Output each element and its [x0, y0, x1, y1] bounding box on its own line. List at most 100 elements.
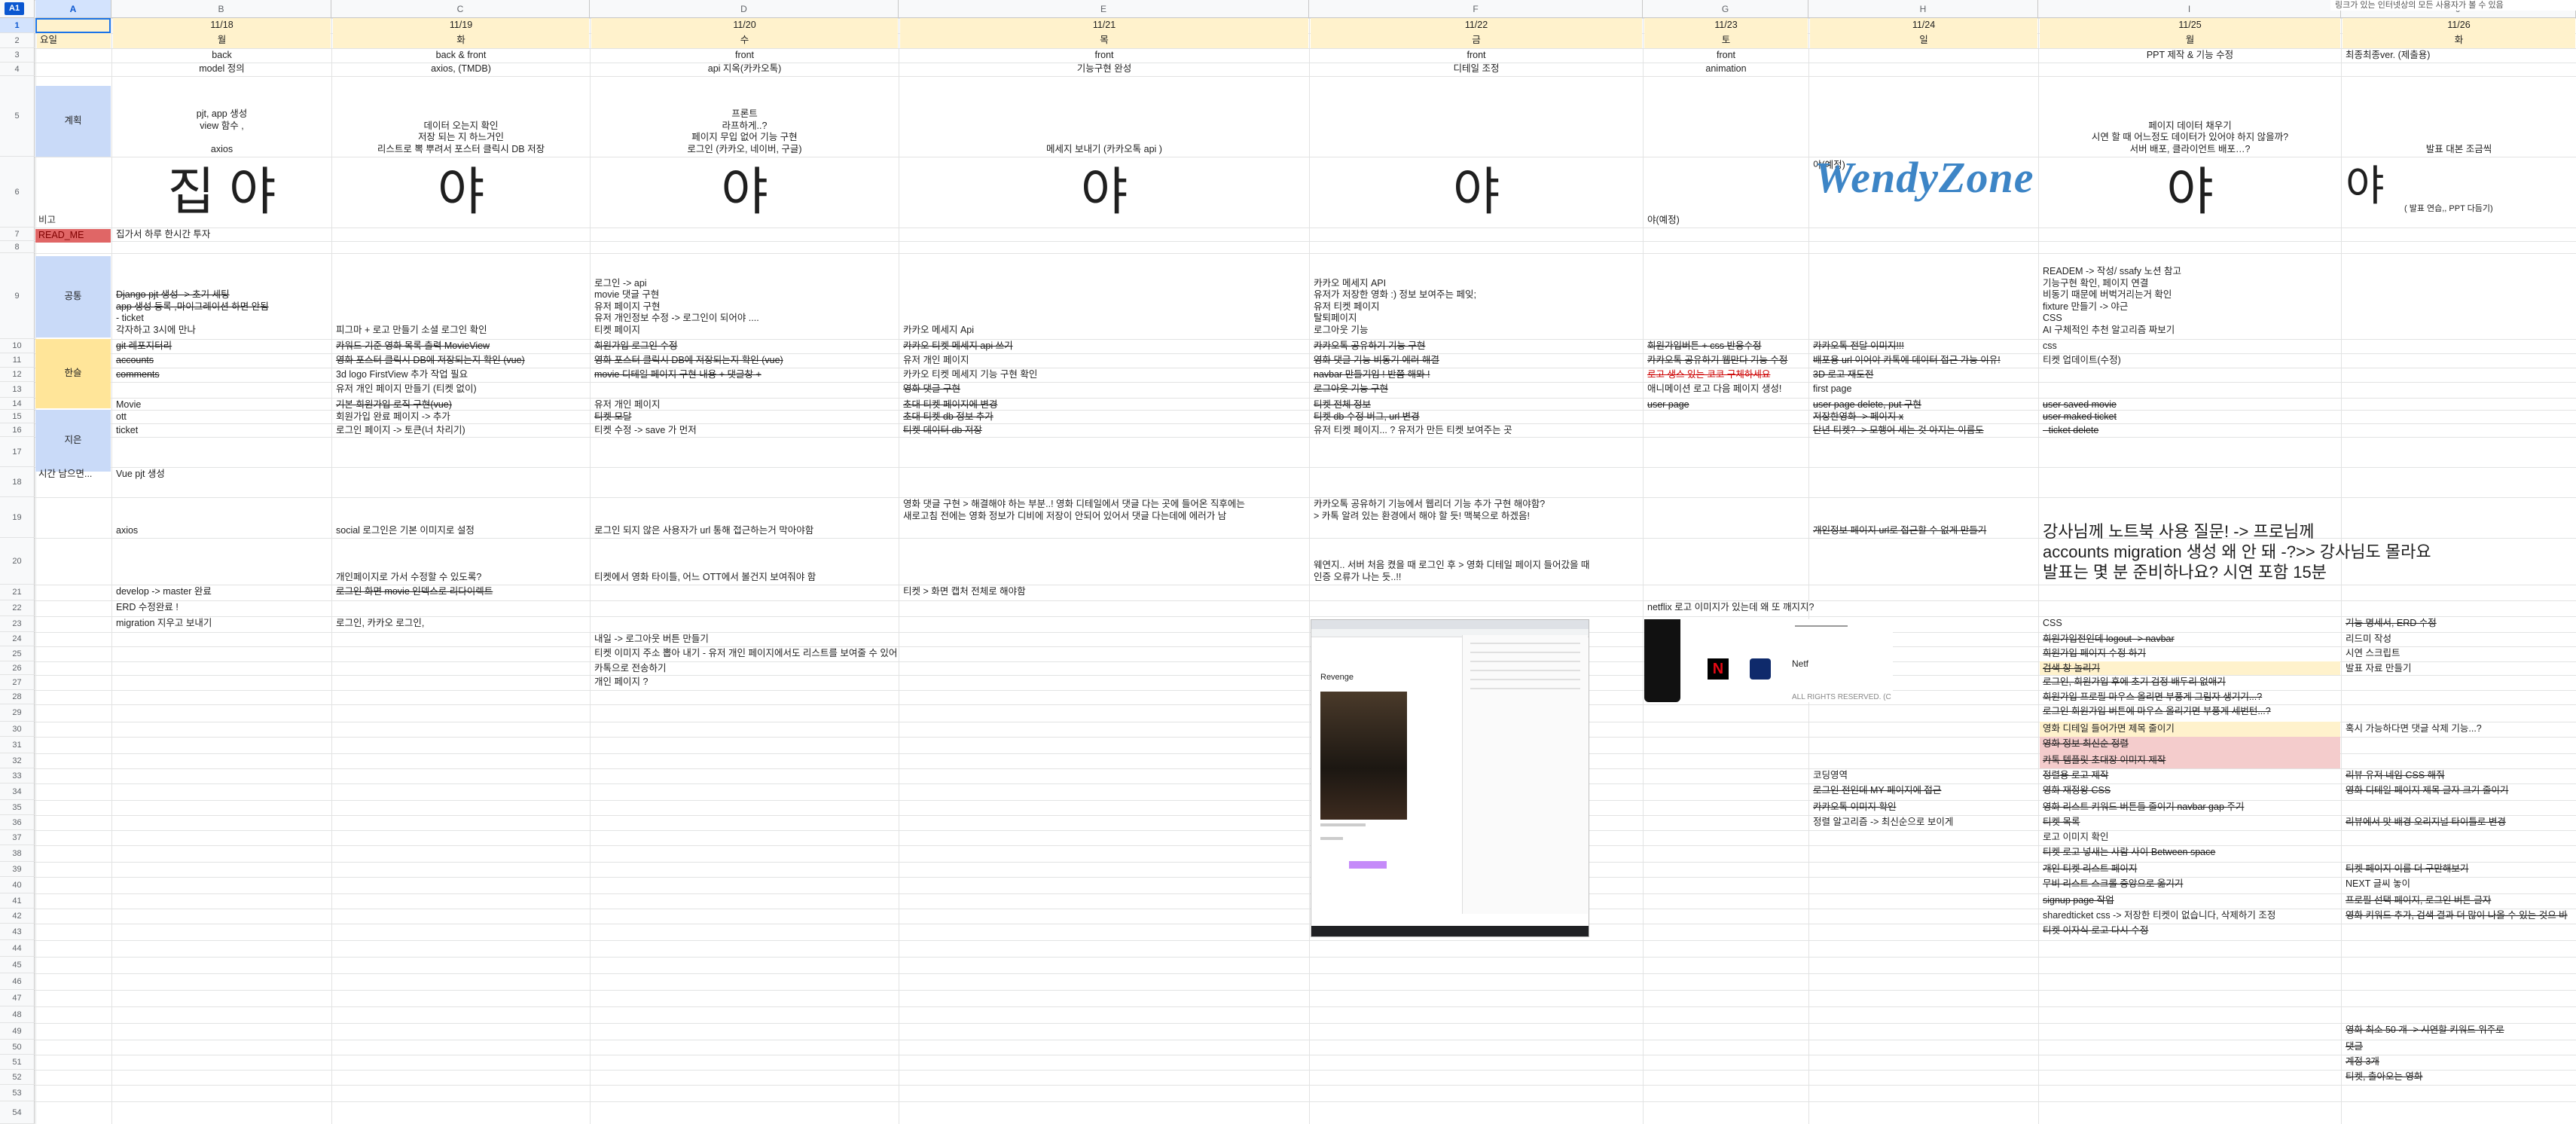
row-header-34[interactable]: 34 [0, 783, 35, 800]
row-header-9[interactable]: 9 [0, 253, 35, 339]
task-list-item: 티켓 로고 넣새는 사람 사이 Between space [2043, 847, 2216, 857]
row-header-25[interactable]: 25 [0, 646, 35, 661]
row-header-8[interactable]: 8 [0, 241, 35, 253]
task-list-item: CSS [2043, 618, 2062, 628]
row-header-1[interactable]: 1 [0, 18, 35, 33]
column-header-e[interactable]: E [899, 0, 1309, 18]
row-header-53[interactable]: 53 [0, 1085, 35, 1101]
row-header-26[interactable]: 26 [0, 661, 35, 675]
date-cell: 11/23 [1644, 18, 1808, 33]
row-header-18[interactable]: 18 [0, 467, 35, 497]
row-header-36[interactable]: 36 [0, 815, 35, 830]
row-header-2[interactable]: 2 [0, 33, 35, 48]
row-header-13[interactable]: 13 [0, 382, 35, 398]
row-header-41[interactable]: 41 [0, 893, 35, 909]
row-header-38[interactable]: 38 [0, 845, 35, 862]
name-box[interactable]: A1 [5, 2, 25, 15]
row-header-51[interactable]: 51 [0, 1055, 35, 1070]
remark-cell: 야(예정) [1647, 214, 1680, 225]
row-gridline [0, 1006, 2576, 1007]
date-cell: 11/24 [1810, 18, 2037, 33]
row-header-28[interactable]: 28 [0, 690, 35, 704]
date-cell: 11/25 [2040, 18, 2340, 33]
task-list-item: 카톡 템플릿 초대장 이미지 제작 [2040, 753, 2340, 768]
jieun-cell: 티켓 전체 정보 [1314, 399, 1371, 410]
row-header-5[interactable]: 5 [0, 76, 35, 157]
row-header-49[interactable]: 49 [0, 1023, 35, 1040]
column-header-h[interactable]: H [1808, 0, 2038, 18]
focus-cell: PPT 제작 & 기능 수정 [2146, 49, 2234, 60]
row-header-31[interactable]: 31 [0, 737, 35, 753]
row-header-23[interactable]: 23 [0, 616, 35, 632]
hanseul-cell: 티켓 업데이트(수정) [2043, 355, 2121, 365]
task-list-item: sharedticket css -> 저장한 티켓이 없습니다, 삭제하기 조… [2043, 910, 2276, 921]
focus-cell: front [734, 49, 754, 60]
row-header-45[interactable]: 45 [0, 957, 35, 973]
row-header-33[interactable]: 33 [0, 768, 35, 783]
row-header-27[interactable]: 27 [0, 675, 35, 690]
row-header-35[interactable]: 35 [0, 800, 35, 815]
row-gridline [0, 437, 2576, 438]
row-gridline [0, 973, 2576, 974]
column-header-i[interactable]: I [2038, 0, 2341, 18]
row-header-14[interactable]: 14 [0, 398, 35, 410]
row-header-21[interactable]: 21 [0, 585, 35, 600]
row-header-54[interactable]: 54 [0, 1101, 35, 1124]
row-header-47[interactable]: 47 [0, 990, 35, 1006]
row-header-42[interactable]: 42 [0, 909, 35, 924]
hanseul-cell: movie 디테일 페이지 구현 내용 + 댓글창 + [594, 369, 762, 380]
lower-cell: 카톡으로 전송하기 [594, 663, 667, 673]
row-header-20[interactable]: 20 [0, 538, 35, 585]
row-header-16[interactable]: 16 [0, 423, 35, 437]
row-header-6[interactable]: 6 [0, 157, 35, 228]
row-header-11[interactable]: 11 [0, 353, 35, 368]
hanseul-cell: 회원가입버튼 + css 반응수정 [1647, 341, 1762, 351]
leftover-cell: 영화 댓글 구현 > 해결해야 하는 부분..! 영화 디테일에서 댓글 다는 … [903, 499, 1245, 521]
jieun-cell: - ticket delete [2043, 425, 2099, 435]
row-header-46[interactable]: 46 [0, 973, 35, 990]
jieun-cell: 초대 티켓 db 정보 추가 [903, 411, 993, 422]
row-header-22[interactable]: 22 [0, 600, 35, 616]
hanseul-label: 한슬 [35, 339, 111, 408]
column-header-b[interactable]: B [111, 0, 331, 18]
row-header-52[interactable]: 52 [0, 1070, 35, 1085]
row-header-12[interactable]: 12 [0, 368, 35, 382]
remark-cell: 야 ( 발표 연습,, PPT 다듬기) [2343, 157, 2575, 228]
column-header-f[interactable]: F [1309, 0, 1643, 18]
remark-wendy-cell: 야(예정) WendyZone [1810, 157, 2037, 228]
task-list-item: 정렬용 로고 제작 [2043, 770, 2109, 780]
leftover-cell: 로그인 되지 않은 사용자가 url 통해 접근하는거 막아야함 [594, 524, 814, 536]
column-header-a[interactable]: A [35, 0, 111, 18]
column-header-g[interactable]: G [1643, 0, 1808, 18]
row-header-17[interactable]: 17 [0, 437, 35, 467]
row-header-3[interactable]: 3 [0, 48, 35, 63]
browser-tabbar [1311, 620, 1589, 629]
row-header-15[interactable]: 15 [0, 410, 35, 423]
row-header-32[interactable]: 32 [0, 753, 35, 768]
column-header-d[interactable]: D [590, 0, 899, 18]
common-c: 피그마 + 로고 만들기 소셜 로그인 확인 [336, 324, 487, 335]
row-header-24[interactable]: 24 [0, 632, 35, 646]
row-header-7[interactable]: 7 [0, 228, 35, 241]
remark-big-cell: 야 [1452, 163, 1500, 221]
common-d: 로그인 -> api movie 댓글 구현 유저 페이지 구현 유저 개인정보… [594, 277, 759, 335]
row-header-37[interactable]: 37 [0, 830, 35, 845]
row-header-43[interactable]: 43 [0, 924, 35, 940]
row-header-19[interactable]: 19 [0, 497, 35, 538]
row-gridline [0, 940, 2576, 941]
row-header-10[interactable]: 10 [0, 339, 35, 353]
row-header-29[interactable]: 29 [0, 704, 35, 722]
row-header-30[interactable]: 30 [0, 722, 35, 737]
task-list-item: signup page 작업 [2043, 895, 2114, 906]
row-header-44[interactable]: 44 [0, 940, 35, 957]
row-header-50[interactable]: 50 [0, 1040, 35, 1055]
row-header-4[interactable]: 4 [0, 63, 35, 76]
plan-label: 계획 [35, 86, 111, 157]
row-header-40[interactable]: 40 [0, 877, 35, 893]
row-gridline [0, 1070, 2576, 1071]
row-header-48[interactable]: 48 [0, 1006, 35, 1023]
remark-big-cell: 야 [2166, 163, 2214, 221]
row-header-39[interactable]: 39 [0, 862, 35, 877]
final-task-item: 티켓 페이지 이름 더 구만해보기 [2346, 863, 2469, 874]
column-header-c[interactable]: C [331, 0, 590, 18]
